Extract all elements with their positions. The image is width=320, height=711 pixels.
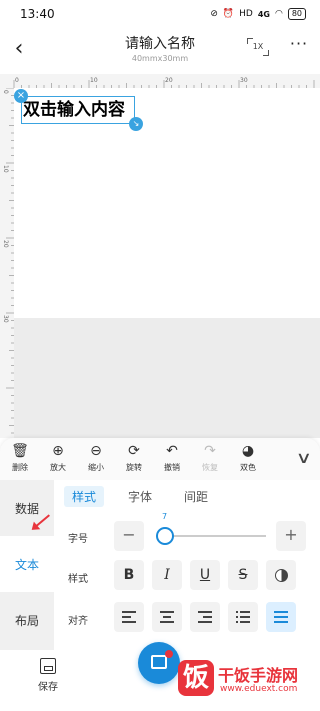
slider-handle[interactable]: [156, 527, 174, 545]
redo-button[interactable]: ↷ 恢复: [194, 438, 226, 478]
watermark-title: 干饭手游网: [218, 666, 299, 685]
save-icon: [40, 658, 56, 674]
align-center-icon: [160, 611, 174, 623]
undo-icon: ↶: [166, 443, 178, 459]
list-icon: [236, 611, 250, 623]
align-right-icon: [198, 611, 212, 623]
battery-icon: 80: [287, 8, 306, 20]
zoom-in-icon: ⊕: [52, 443, 64, 459]
dual-color-button[interactable]: ◕ 双色: [232, 438, 264, 478]
italic-button[interactable]: I: [152, 560, 182, 590]
side-item-text[interactable]: 文本: [0, 536, 54, 592]
font-size-stepper: − 7 +: [114, 512, 306, 551]
toolbar: 🗑 删除 ⊕ 放大 ⊖ 缩小 ⟳ 旋转 ↶ 撤销 ↷ 恢复 ◕ 双色 ∨: [0, 438, 320, 478]
hd-icon: HD: [239, 9, 253, 19]
label-canvas[interactable]: 0 10 20 30 0 10 20 30: [0, 74, 320, 438]
ruler-top-label: 10: [90, 77, 98, 84]
half-circle-icon: [274, 568, 288, 582]
ruler-left: 0 10 20 30: [0, 88, 14, 438]
more-icon[interactable]: ···: [288, 36, 310, 56]
notification-dot: [165, 650, 173, 658]
zoom-button[interactable]: 1X: [247, 38, 269, 56]
ruler-left-label: 20: [2, 240, 9, 248]
decrease-font-button[interactable]: −: [114, 521, 144, 551]
side-item-layout[interactable]: 布局: [0, 592, 54, 648]
watermark-logo: 饭: [178, 660, 214, 696]
align-right-button[interactable]: [190, 602, 220, 632]
watermark-url: www.eduext.com: [220, 684, 298, 694]
print-button[interactable]: [138, 642, 180, 684]
ruler-top-label: 0: [15, 77, 19, 84]
align-list-button[interactable]: [228, 602, 258, 632]
chevron-down-icon[interactable]: ∨: [296, 448, 312, 467]
palette-icon: ◕: [241, 443, 255, 459]
align-center-button[interactable]: [152, 602, 182, 632]
align-justify-icon: [274, 611, 288, 623]
wifi-icon: ◠: [274, 9, 283, 19]
status-bar: 13:40 ⊘ ⏰ HD 4G ◠ 80: [0, 0, 320, 28]
align-left-button[interactable]: [114, 602, 144, 632]
align-left-icon: [122, 611, 136, 623]
status-icons: ⊘ ⏰ HD 4G ◠ 80: [210, 8, 306, 20]
rotate-icon: ⟳: [128, 443, 140, 459]
redo-icon: ↷: [204, 443, 216, 459]
alarm-icon: ⏰: [222, 9, 235, 19]
watermark: 饭 干饭手游网 www.eduext.com: [176, 650, 320, 711]
style-buttons: B I U S: [114, 560, 304, 590]
style-label: 样式: [68, 574, 88, 585]
fullwidth-button[interactable]: [266, 560, 296, 590]
align-justify-button[interactable]: [266, 602, 296, 632]
close-icon[interactable]: ×: [14, 89, 28, 103]
bottom-bar: 保存 饭 干饭手游网 www.eduext.com: [0, 642, 320, 711]
underline-button[interactable]: U: [190, 560, 220, 590]
rotate-button[interactable]: ⟳ 旋转: [118, 438, 150, 478]
ruler-left-label: 10: [2, 165, 9, 173]
text-settings: 样式 字体 间距 字号 − 7 + 样式 B I U S 对齐: [54, 480, 320, 650]
side-nav: 数据 文本 布局: [0, 480, 54, 650]
bold-button[interactable]: B: [114, 560, 144, 590]
align-buttons: [114, 602, 304, 632]
zoom-out-button[interactable]: ⊖ 缩小: [80, 438, 112, 478]
strikethrough-button[interactable]: S: [228, 560, 258, 590]
undo-button[interactable]: ↶ 撤销: [156, 438, 188, 478]
save-button[interactable]: 保存: [32, 658, 64, 693]
zoom-in-button[interactable]: ⊕ 放大: [42, 438, 74, 478]
sub-tabs: 样式 字体 间距: [64, 486, 232, 507]
tab-spacing[interactable]: 间距: [176, 486, 216, 507]
text-element[interactable]: 双击输入内容: [21, 96, 135, 124]
zoom-out-icon: ⊖: [90, 443, 102, 459]
increase-font-button[interactable]: +: [276, 521, 306, 551]
ruler-left-label: 0: [2, 90, 9, 94]
align-label: 对齐: [68, 616, 88, 627]
trash-icon: 🗑: [11, 443, 29, 459]
printer-icon: [151, 655, 167, 669]
ruler-top-label: 30: [240, 77, 248, 84]
tab-style[interactable]: 样式: [64, 486, 105, 507]
mute-icon: ⊘: [210, 9, 218, 19]
resize-handle-icon[interactable]: ↘: [129, 117, 143, 131]
signal-icon: 4G: [257, 9, 270, 19]
delete-button[interactable]: 🗑 删除: [4, 438, 36, 478]
ruler-left-label: 30: [2, 315, 9, 323]
nav-bar: ‹ 请输入名称 40mmx30mm 1X ···: [0, 28, 320, 74]
side-item-data[interactable]: 数据: [0, 480, 54, 536]
label-name-title[interactable]: 请输入名称: [0, 33, 320, 53]
font-size-value: 7: [162, 512, 168, 521]
status-time: 13:40: [20, 7, 55, 21]
tab-font[interactable]: 字体: [120, 486, 160, 507]
label-size: 40mmx30mm: [131, 54, 189, 63]
ruler-top-label: 20: [165, 77, 173, 84]
ruler-top: 0 10 20 30: [0, 74, 320, 88]
font-size-label: 字号: [68, 534, 88, 545]
